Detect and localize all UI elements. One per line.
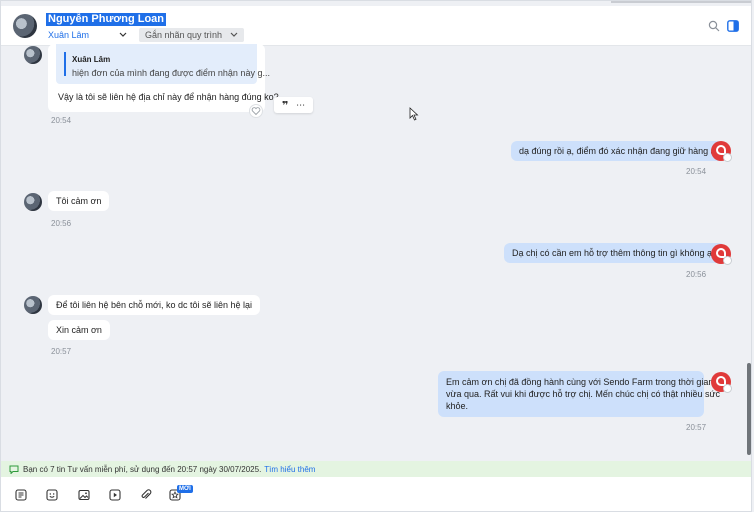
quote-icon[interactable]: ❞ — [282, 99, 288, 112]
mouse-cursor-icon — [409, 107, 419, 121]
message-text: Tôi cảm ơn — [56, 196, 102, 206]
message-text-line: Em cảm ơn chị đã đồng hành cùng với Send… — [446, 377, 714, 387]
message-text: dạ đúng rồi ạ, điểm đó xác nhận đang giữ… — [519, 146, 716, 156]
chat-window: Nguyễn Phương Loan Xuân Lâm Gắn nhãn quy… — [0, 0, 752, 512]
top-edge — [611, 1, 751, 3]
contact-avatar — [24, 193, 42, 211]
search-icon[interactable] — [708, 20, 720, 32]
message-bubble-incoming[interactable]: Để tôi liên hệ bên chỗ mới, ko dc tôi sẽ… — [48, 295, 261, 315]
more-icon[interactable]: ⋯ — [296, 100, 305, 111]
message-bubble-incoming[interactable]: Tôi cảm ơn — [48, 191, 110, 211]
message-actions: ❞ ⋯ — [274, 97, 313, 113]
chevron-down-icon — [119, 30, 127, 40]
message-bubble-incoming[interactable]: Xin cảm ơn — [48, 320, 110, 340]
composer-toolbar: MỚI — [1, 477, 751, 511]
message-text: Vậy là tôi sẽ liên hệ địa chỉ này để nhậ… — [58, 92, 279, 102]
message-text: Xin cảm ơn — [56, 325, 102, 335]
new-badge: MỚI — [177, 485, 193, 493]
heart-icon[interactable] — [249, 104, 263, 118]
message-time: 20:54 — [51, 116, 72, 125]
scrollbar[interactable] — [747, 363, 751, 455]
message-text-line: khỏe. — [446, 401, 469, 411]
learn-more-link[interactable]: Tìm hiểu thêm — [264, 465, 315, 474]
message-text: Dạ chị có cần em hỗ trợ thêm thông tin g… — [512, 248, 718, 258]
shop-avatar — [711, 244, 732, 265]
shop-avatar — [711, 372, 732, 393]
side-panel-icon[interactable] — [727, 20, 739, 32]
quoted-text: hiện đơn của mình đang được điểm nhận nà… — [72, 68, 270, 78]
chat-header: Nguyễn Phương Loan Xuân Lâm Gắn nhãn quy… — [1, 6, 751, 46]
message-time: 20:57 — [51, 347, 72, 356]
assignee-select[interactable]: Xuân Lâm — [48, 30, 127, 40]
image-icon[interactable] — [78, 489, 90, 501]
notice-text: Bạn có 7 tin Tư vấn miễn phí, sử dụng đế… — [23, 464, 262, 474]
message-text-line: vừa qua. Rất vui khi được hỗ trợ chị. Mế… — [446, 389, 721, 399]
chevron-down-icon — [230, 30, 238, 40]
contact-name[interactable]: Nguyễn Phương Loan — [46, 13, 167, 26]
video-icon[interactable] — [109, 489, 121, 501]
message-bubble-outgoing[interactable]: dạ đúng rồi ạ, điểm đó xác nhận đang giữ… — [511, 141, 724, 161]
free-consult-notice: Bạn có 7 tin Tư vấn miễn phí, sử dụng đế… — [1, 461, 751, 477]
contact-avatar — [24, 296, 42, 314]
message-time: 20:56 — [51, 219, 72, 228]
quoted-message[interactable] — [56, 44, 257, 84]
message-text: Để tôi liên hệ bên chỗ mới, ko dc tôi sẽ… — [56, 300, 253, 310]
message-with-quote[interactable]: Xuân Lâm hiện đơn của mình đang được điể… — [48, 44, 279, 112]
tag-process-label: Gắn nhãn quy trình — [145, 30, 223, 40]
message-time: 20:56 — [686, 270, 707, 279]
quoted-sender: Xuân Lâm — [72, 55, 111, 64]
message-bubble-outgoing[interactable]: Dạ chị có cần em hỗ trợ thêm thông tin g… — [504, 243, 726, 263]
tag-process-button[interactable]: Gắn nhãn quy trình — [139, 28, 245, 42]
quote-bar — [64, 52, 66, 76]
message-bubble-outgoing[interactable]: Em cảm ơn chị đã đồng hành cùng với Send… — [438, 371, 721, 417]
shop-avatar — [711, 141, 732, 162]
attachment-icon[interactable] — [140, 489, 152, 501]
template-icon[interactable] — [15, 489, 27, 501]
assignee-name: Xuân Lâm — [48, 30, 90, 40]
message-time: 20:57 — [686, 423, 707, 432]
contact-avatar — [24, 46, 42, 64]
chat-bubble-icon — [9, 465, 19, 474]
contact-avatar[interactable] — [13, 14, 37, 38]
sticker-icon[interactable] — [46, 489, 58, 501]
message-time: 20:54 — [686, 167, 707, 176]
